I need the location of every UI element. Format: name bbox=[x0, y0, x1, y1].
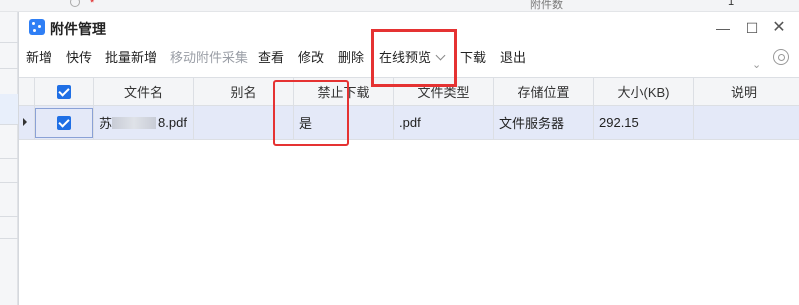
column-header-note[interactable]: 说明 bbox=[694, 78, 794, 105]
maximize-icon[interactable]: ☐ bbox=[742, 18, 762, 38]
close-icon[interactable]: ✕ bbox=[769, 18, 789, 38]
minimize-icon[interactable]: — bbox=[713, 18, 733, 38]
toolbar-view-button[interactable]: 查看 bbox=[258, 46, 284, 70]
row-pointer-icon bbox=[23, 118, 27, 126]
background-window-side bbox=[0, 12, 18, 305]
checkbox-checked-icon bbox=[57, 84, 71, 99]
toolbar-add-button[interactable]: 新增 bbox=[26, 46, 52, 70]
app-icon bbox=[29, 19, 45, 35]
no-download-highlight bbox=[273, 80, 349, 146]
background-attachment-count-label: 附件数 bbox=[530, 0, 563, 11]
dialog-title: 附件管理 bbox=[50, 21, 106, 37]
cell-storage[interactable]: 文件服务器 bbox=[494, 106, 594, 139]
background-window-header: * 附件数 1 bbox=[0, 0, 799, 12]
table-row[interactable]: 苏 8.pdf 是 .pdf 文件服务器 292.15 bbox=[19, 106, 799, 140]
online-preview-highlight bbox=[371, 29, 457, 87]
toolbar-exit-button[interactable]: 退出 bbox=[500, 46, 526, 70]
toolbar-delete-button[interactable]: 删除 bbox=[338, 46, 364, 70]
column-header-storage[interactable]: 存储位置 bbox=[494, 78, 594, 105]
redacted-filename-part bbox=[112, 116, 157, 129]
overflow-icon[interactable]: ⌄ bbox=[752, 58, 761, 71]
toolbar-mobile-capture-button[interactable]: 移动附件采集 bbox=[170, 46, 248, 70]
cell-filename[interactable]: 苏 8.pdf bbox=[94, 106, 194, 139]
search-icon bbox=[70, 0, 80, 7]
attachment-manager-dialog: 附件管理 — ☐ ✕ 新增 快传 批量新增 移动附件采集 查看 修改 删除 在线… bbox=[18, 12, 799, 305]
required-asterisk: * bbox=[90, 0, 95, 9]
row-indicator-header bbox=[19, 78, 35, 105]
cell-size[interactable]: 292.15 bbox=[594, 106, 694, 139]
gear-icon[interactable] bbox=[773, 49, 789, 65]
column-header-size[interactable]: 大小(KB) bbox=[594, 78, 694, 105]
background-attachment-count-value: 1 bbox=[728, 0, 735, 8]
select-all-checkbox[interactable] bbox=[35, 78, 94, 105]
filename-suffix: 8.pdf bbox=[158, 115, 187, 130]
cell-note[interactable] bbox=[694, 106, 794, 139]
toolbar-batch-add-button[interactable]: 批量新增 bbox=[105, 46, 157, 70]
column-header-filename[interactable]: 文件名 bbox=[94, 78, 194, 105]
current-row-indicator bbox=[19, 106, 35, 139]
toolbar-edit-button[interactable]: 修改 bbox=[298, 46, 324, 70]
cell-file-type[interactable]: .pdf bbox=[394, 106, 494, 139]
focused-cell-outline bbox=[35, 108, 93, 138]
filename-prefix: 苏 bbox=[99, 116, 113, 131]
toolbar-quick-upload-button[interactable]: 快传 bbox=[66, 46, 92, 70]
toolbar-download-button[interactable]: 下载 bbox=[460, 46, 486, 70]
